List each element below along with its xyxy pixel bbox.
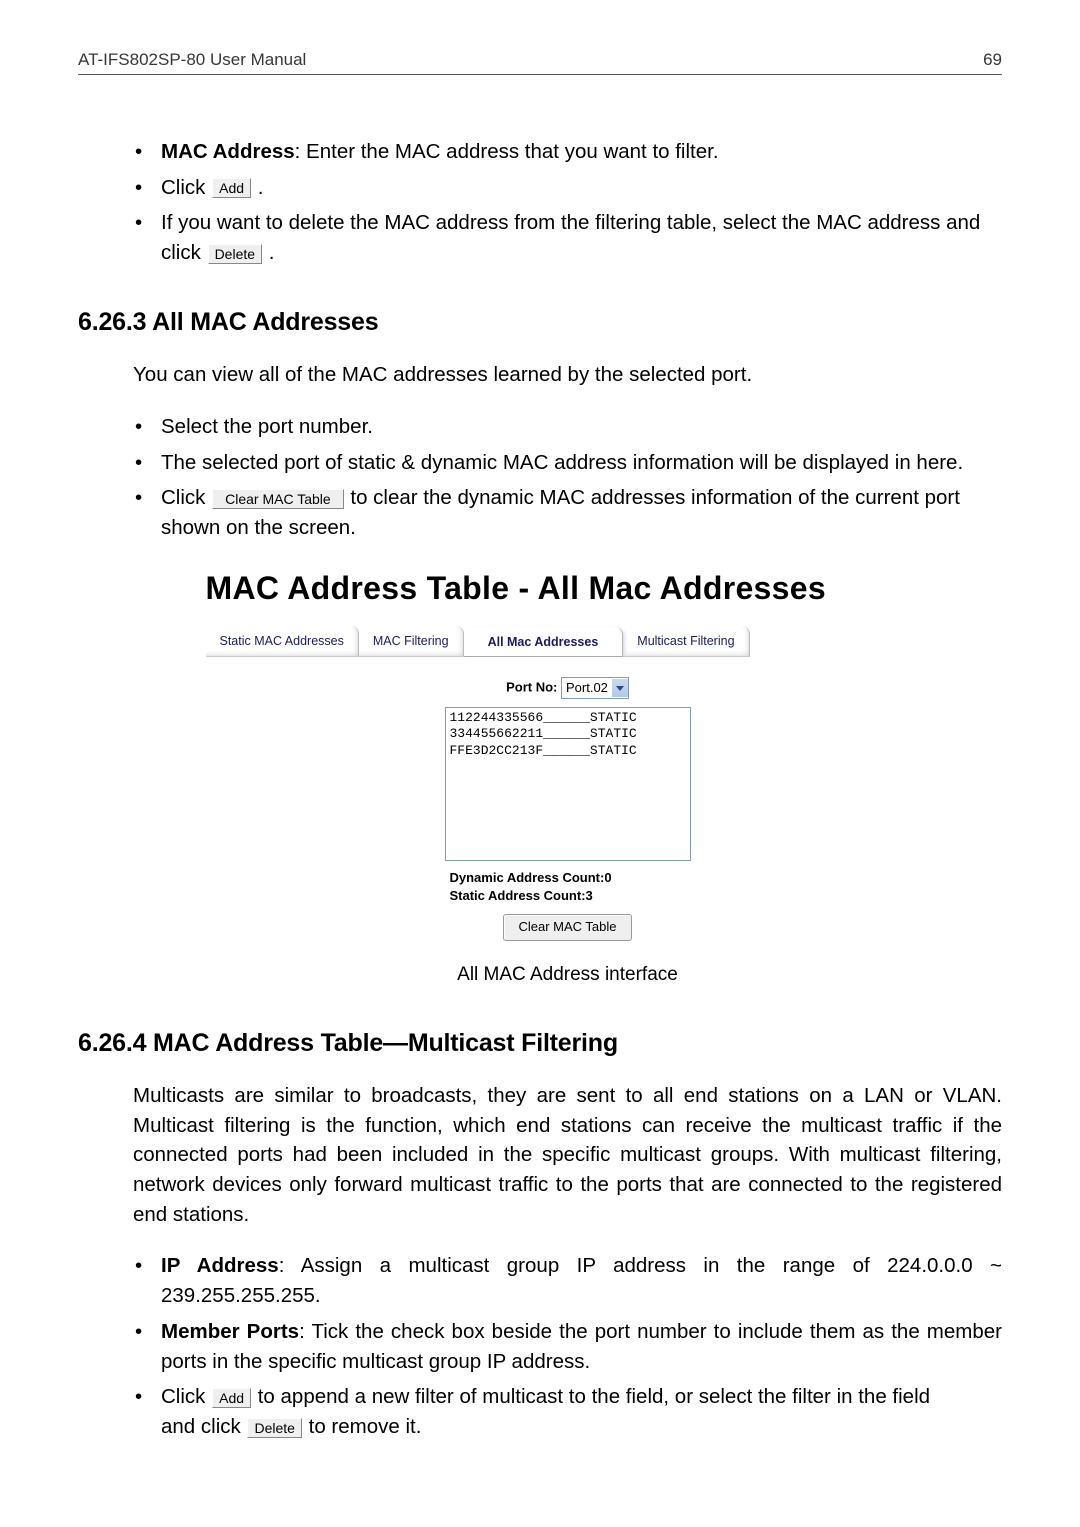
tab-panel: Port No: Port.02 112244335566______STATI… — [206, 677, 930, 941]
bullet-text: : Enter the MAC address that you want to… — [295, 140, 719, 163]
list-item: The selected port of static & dynamic MA… — [161, 448, 1002, 478]
mac-listbox[interactable]: 112244335566______STATIC 334455662211___… — [445, 707, 691, 861]
bullet-text: click — [161, 241, 207, 264]
port-label: Port No: — [506, 680, 557, 695]
clear-mac-table-button[interactable]: Clear MAC Table — [212, 489, 344, 509]
list-item: IP Address: Assign a multicast group IP … — [161, 1251, 1002, 1310]
list-item: Member Ports: Tick the check box beside … — [161, 1317, 1002, 1376]
bullet-term: IP Address — [161, 1254, 279, 1277]
figure-caption: All MAC Address interface — [206, 961, 930, 989]
clear-mac-table-button[interactable]: Clear MAC Table — [503, 914, 631, 941]
port-select[interactable]: Port.02 — [561, 677, 629, 699]
bullet-text: to append a new filter of multicast to t… — [252, 1385, 930, 1408]
section-heading: 6.26.4 MAC Address Table—Multicast Filte… — [78, 1025, 1002, 1061]
address-counts: Dynamic Address Count:0 Static Address C… — [450, 869, 686, 904]
tab-all-mac[interactable]: All Mac Addresses — [464, 627, 624, 657]
list-item: Click Add . — [161, 173, 1002, 203]
section-heading: 6.26.3 All MAC Addresses — [78, 304, 1002, 340]
delete-button[interactable]: Delete — [208, 244, 262, 264]
bullet-text: Click — [161, 1385, 211, 1408]
static-count-value: 3 — [586, 888, 593, 903]
port-select-value: Port.02 — [566, 679, 608, 698]
bullet-term: MAC Address — [161, 140, 295, 163]
list-item: Select the port number. — [161, 412, 1002, 442]
figure-title: MAC Address Table - All Mac Addresses — [206, 565, 930, 611]
paragraph: You can view all of the MAC addresses le… — [133, 360, 1002, 390]
chevron-down-icon — [612, 679, 628, 697]
bullet-text: Click — [161, 486, 211, 509]
list-item: If you want to delete the MAC address fr… — [161, 208, 1002, 267]
tab-mac-filtering[interactable]: MAC Filtering — [359, 626, 464, 657]
tab-row: Static MAC Addresses MAC Filtering All M… — [206, 629, 930, 657]
static-count-label: Static Address Count: — [450, 888, 586, 903]
bullet-text: to remove it. — [303, 1415, 422, 1438]
list-item: Click Clear MAC Table to clear the dynam… — [161, 483, 1002, 542]
tab-multicast-filtering[interactable]: Multicast Filtering — [623, 626, 749, 657]
bullet-text: . — [263, 241, 274, 264]
dynamic-count-value: 0 — [604, 870, 611, 885]
tab-static-mac[interactable]: Static MAC Addresses — [206, 626, 359, 657]
list-item: MAC Address: Enter the MAC address that … — [161, 137, 1002, 167]
paragraph: Multicasts are similar to broadcasts, th… — [133, 1081, 1002, 1230]
bullet-text: . — [252, 176, 263, 199]
add-button[interactable]: Add — [212, 1388, 251, 1408]
bullet-text: Click — [161, 176, 211, 199]
screenshot-figure: MAC Address Table - All Mac Addresses St… — [206, 565, 930, 989]
bullet-text: : Assign a multicast group IP address in… — [161, 1254, 1002, 1307]
add-button[interactable]: Add — [212, 178, 251, 198]
bullet-text: and click — [161, 1415, 246, 1438]
page-header: AT-IFS802SP-80 User Manual 69 — [78, 50, 1002, 75]
bullet-text: to clear the dynamic MAC addresses infor… — [345, 486, 960, 509]
page-number: 69 — [983, 50, 1002, 70]
doc-title: AT-IFS802SP-80 User Manual — [78, 50, 306, 70]
bullet-text: shown on the screen. — [161, 516, 356, 539]
dynamic-count-label: Dynamic Address Count: — [450, 870, 605, 885]
delete-button[interactable]: Delete — [247, 1418, 301, 1438]
list-item: Click Add to append a new filter of mult… — [161, 1382, 1002, 1441]
bullet-term: Member Ports — [161, 1320, 299, 1343]
bullet-text: If you want to delete the MAC address fr… — [161, 211, 980, 234]
